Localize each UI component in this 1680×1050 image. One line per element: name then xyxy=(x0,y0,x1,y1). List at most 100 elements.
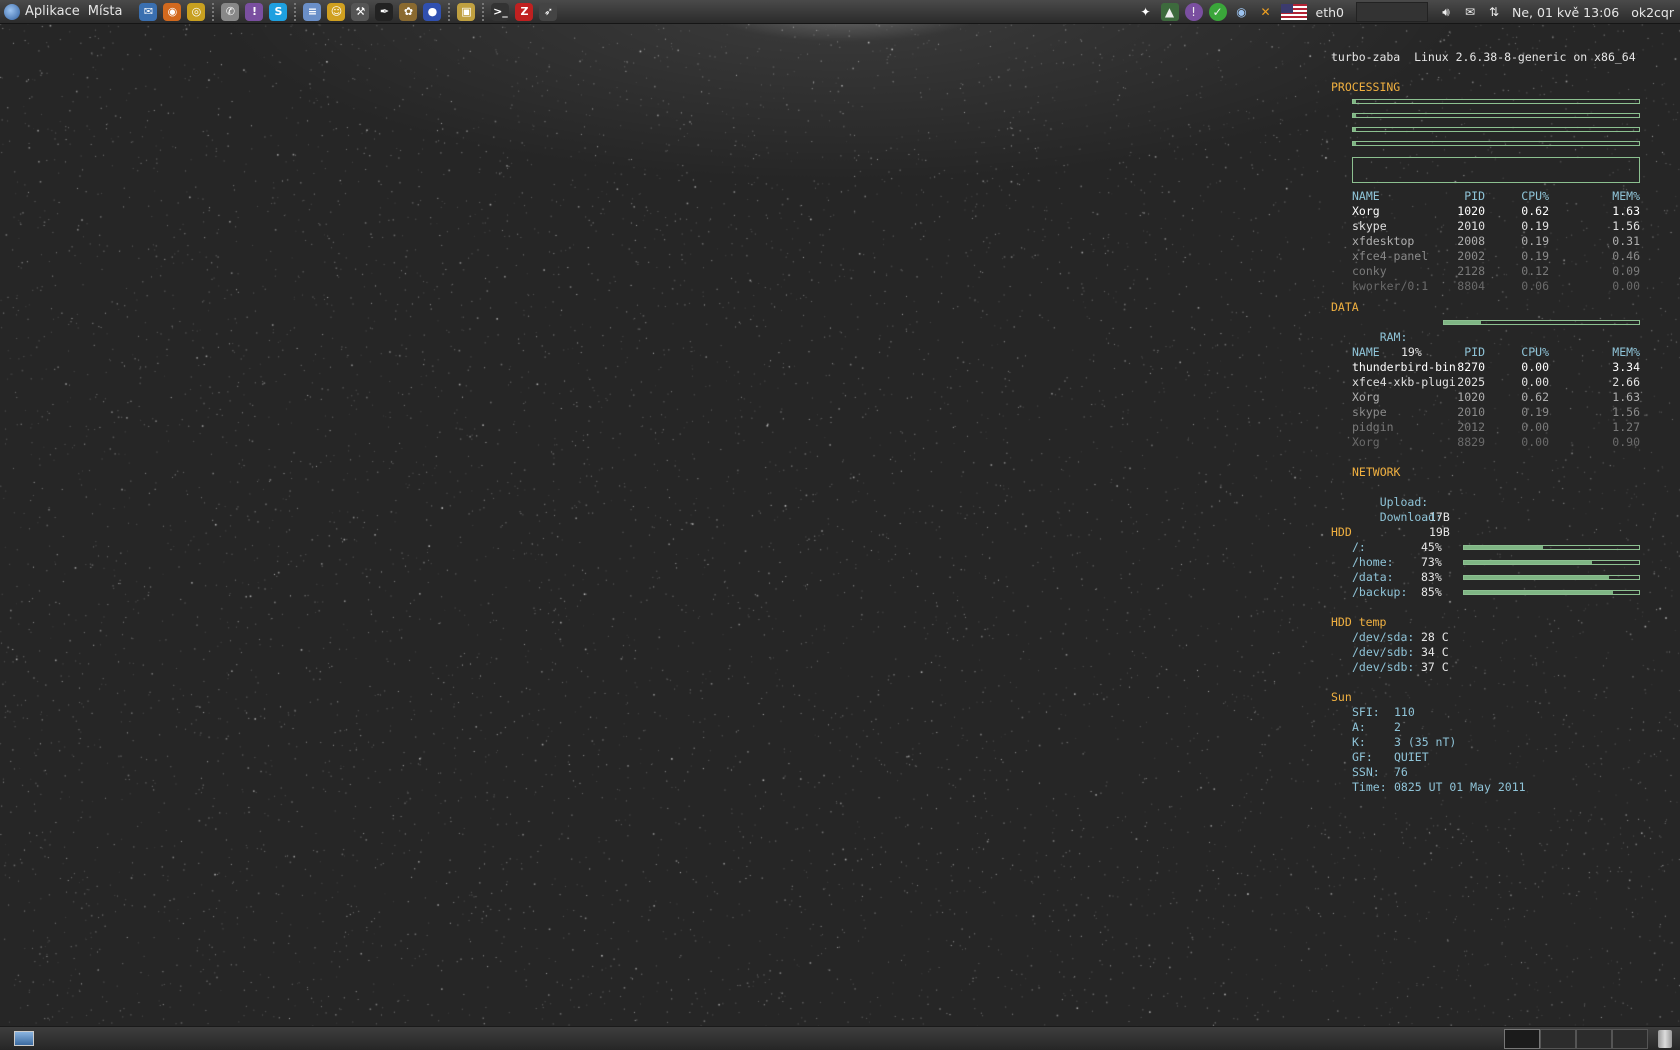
pidgin-tray-icon[interactable]: ! xyxy=(1184,3,1203,21)
process-name: xfce4-panel xyxy=(1352,249,1429,263)
conky-system-monitor: turbo-zaba Linux 2.6.38-8-generic on x86… xyxy=(1331,50,1640,795)
filezilla-icon[interactable]: Z xyxy=(515,2,534,21)
hdd-temp-device: /dev/sda: xyxy=(1352,630,1415,644)
launcher-separator xyxy=(482,2,485,21)
mail-icon[interactable]: ✉ xyxy=(1461,3,1479,21)
x-tool-icon[interactable]: ✕ xyxy=(1257,3,1275,21)
document-icon[interactable]: ≡ xyxy=(303,2,322,21)
workspace-4[interactable] xyxy=(1612,1029,1648,1049)
cpu-core-bar xyxy=(1352,99,1640,104)
process-name: thunderbird-bin xyxy=(1352,360,1456,374)
process-name: Xorg xyxy=(1352,204,1380,218)
skype-icon[interactable]: S xyxy=(269,2,288,21)
workspace-3[interactable] xyxy=(1576,1029,1612,1049)
process-row: Xorg 1020 0.62 1.63 xyxy=(1331,390,1640,405)
check-icon[interactable]: ✓ xyxy=(1208,3,1227,21)
ram-bar-fill xyxy=(1444,321,1482,324)
hdd-temp-row: /dev/sdb: 37 C xyxy=(1331,660,1640,675)
hdd-mount-label: /home: xyxy=(1352,555,1394,569)
process-row: skype 2010 0.19 1.56 xyxy=(1331,405,1640,420)
hdd-list: /: 45% /home: 73% /data: 83% /backup: 85% xyxy=(1331,540,1640,600)
hdd-temp-device: /dev/sdb: xyxy=(1352,645,1415,659)
process-row: Xorg 1020 0.62 1.63 xyxy=(1331,204,1640,219)
process-name: conky xyxy=(1352,264,1387,278)
keyboard-layout-flag-icon[interactable] xyxy=(1280,4,1307,20)
network-interface-label: eth0 xyxy=(1315,4,1344,20)
process-name: Xorg xyxy=(1352,435,1380,449)
sun-title: Sun xyxy=(1331,690,1352,704)
cpu-bars xyxy=(1331,95,1640,151)
applications-menu[interactable]: Aplikace xyxy=(0,3,80,20)
process-table-cpu: NAME PID CPU% MEM% Xorg 1020 0.62 1.63 skype 2010… xyxy=(1331,189,1640,294)
hdd-temp-list: /dev/sda: 28 C/dev/sdb: 34 C/dev/sdb: 37 C xyxy=(1331,630,1640,675)
workspace-1[interactable] xyxy=(1504,1029,1540,1049)
workspace-2[interactable] xyxy=(1540,1029,1576,1049)
thunderbird-icon[interactable]: ✉ xyxy=(139,2,158,21)
pet-icon[interactable]: ☺ xyxy=(327,2,346,21)
show-desktop-button[interactable] xyxy=(14,1031,34,1046)
ram-bar xyxy=(1443,320,1640,325)
chat-icon[interactable]: ✆ xyxy=(221,2,240,21)
cpu-core-bar xyxy=(1352,127,1640,132)
sun-row: GF: QUIET xyxy=(1331,750,1640,765)
column-header-cpu: CPU% xyxy=(1521,189,1549,203)
dropbox-icon[interactable]: ✦ xyxy=(1137,3,1155,21)
terminal-icon[interactable]: >_ xyxy=(491,2,510,21)
system-tray: ✦ ▲ ! ✓ ◉ ✕ eth0 🔊︎ ✉ ⇅ Ne, 01 kvě 13:06… xyxy=(1134,0,1680,24)
process-cpu: 0.00 xyxy=(1521,420,1549,434)
pidgin-icon[interactable]: ! xyxy=(245,2,264,21)
sun-value: 0825 UT 01 May 2011 xyxy=(1394,780,1526,794)
user-menu[interactable]: ok2cqr xyxy=(1631,5,1674,20)
firefox-icon[interactable]: ◉ xyxy=(163,2,182,21)
process-pid: 8270 xyxy=(1457,360,1485,374)
process-mem: 0.31 xyxy=(1612,234,1640,248)
chrome-icon[interactable]: ◎ xyxy=(187,2,206,21)
launcher-separator xyxy=(212,2,215,21)
clock[interactable]: Ne, 01 kvě 13:06 xyxy=(1512,5,1619,20)
gimp-icon[interactable]: ✿ xyxy=(399,2,418,21)
inkscape-icon[interactable]: ✒ xyxy=(375,2,394,21)
sun-value: 110 xyxy=(1394,705,1415,719)
process-table-header: NAME PID CPU% MEM% xyxy=(1331,189,1640,204)
hdd-usage-bar xyxy=(1463,560,1640,565)
trash-icon[interactable] xyxy=(1658,1030,1672,1048)
tool-icon[interactable]: ⚒ xyxy=(351,2,370,21)
process-name: kworker/0:1 xyxy=(1352,279,1429,293)
process-cpu: 0.00 xyxy=(1521,375,1549,389)
sun-label: A: xyxy=(1352,720,1366,734)
process-row: thunderbird-bin 8270 0.00 3.34 xyxy=(1331,360,1640,375)
column-header-name: NAME xyxy=(1352,345,1380,359)
column-header-pid: PID xyxy=(1464,189,1485,203)
image-tray-icon[interactable]: ▲ xyxy=(1160,3,1179,21)
process-row: skype 2010 0.19 1.56 xyxy=(1331,219,1640,234)
places-menu[interactable]: Místa xyxy=(88,4,123,19)
network-manager-icon[interactable]: ◉ xyxy=(1233,3,1251,21)
process-row: Xorg 8829 0.00 0.90 xyxy=(1331,435,1640,450)
network-transfer-icon[interactable]: ⇅ xyxy=(1485,3,1503,21)
download-row: Download: 19B xyxy=(1331,495,1640,539)
top-panel: Aplikace Místa ✉ ◉ ◎ ✆! S ≡ ☺ ⚒ ✒ ✿ ● ▣ >_ Z ➶ ✦ ▲ ! ✓… xyxy=(0,0,1680,24)
image-viewer-icon[interactable]: ▣ xyxy=(457,2,476,21)
sun-label: GF: xyxy=(1352,750,1373,764)
process-cpu: 0.62 xyxy=(1521,390,1549,404)
hdd-percent: 83% xyxy=(1421,570,1442,584)
hdd-usage-bar-fill xyxy=(1464,561,1592,564)
cpu-core-bar-fill xyxy=(1353,142,1357,145)
hdd-row: /home: 73% xyxy=(1331,555,1640,570)
volume-icon[interactable]: 🔊︎ xyxy=(1437,3,1455,21)
sun-row: SFI: 110 xyxy=(1331,705,1640,720)
process-mem: 0.00 xyxy=(1612,279,1640,293)
hdd-usage-bar xyxy=(1463,590,1640,595)
hdd-temp-row: /dev/sdb: 34 C xyxy=(1331,645,1640,660)
conky-header: turbo-zaba Linux 2.6.38-8-generic on x86… xyxy=(1331,50,1636,64)
globe-icon[interactable]: ● xyxy=(423,2,442,21)
hdd-temp-value: 28 C xyxy=(1421,630,1449,644)
column-header-mem: MEM% xyxy=(1612,189,1640,203)
process-cpu: 0.06 xyxy=(1521,279,1549,293)
ram-row: RAM: 19% xyxy=(1331,315,1640,359)
process-pid: 8804 xyxy=(1457,279,1485,293)
pointer-tool-icon[interactable]: ➶ xyxy=(539,2,558,21)
column-header-mem: MEM% xyxy=(1612,345,1640,359)
cpu-core-bar xyxy=(1352,141,1640,146)
process-mem: 0.09 xyxy=(1612,264,1640,278)
